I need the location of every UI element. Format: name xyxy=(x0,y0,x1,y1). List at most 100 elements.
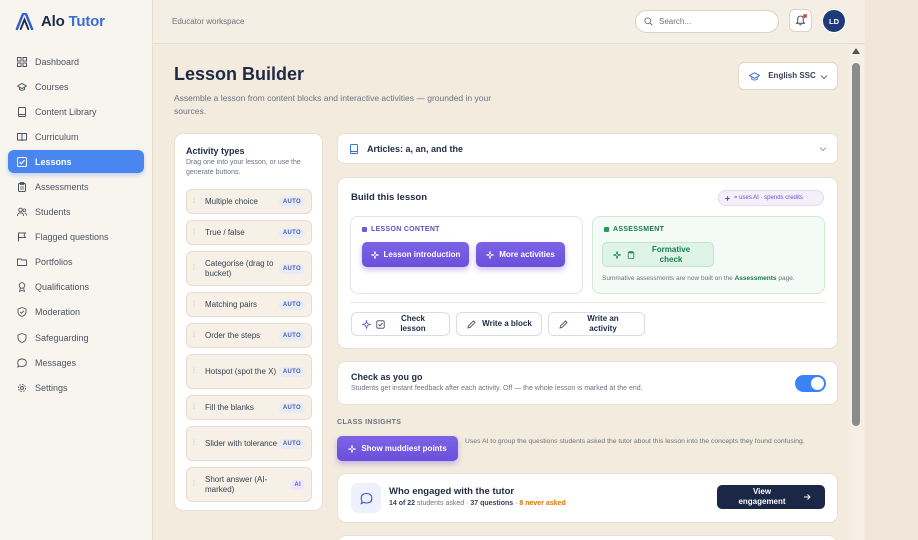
assessments-link[interactable]: Assessments xyxy=(735,275,777,282)
write-block-button[interactable]: Write a block xyxy=(456,312,542,336)
sidebar-item-dashboard[interactable]: Dashboard xyxy=(8,50,144,73)
notification-dot xyxy=(803,14,807,18)
lesson-content-heading: LESSON CONTENT xyxy=(362,226,440,233)
auto-badge: AUTO xyxy=(278,196,305,207)
workspace-label: Educator workspace xyxy=(172,17,245,26)
sidebar-item-students[interactable]: Students xyxy=(8,201,144,224)
sidebar-item-label: Content Library xyxy=(35,106,97,117)
drag-handle-icon[interactable]: ⁞ xyxy=(193,301,201,308)
drag-handle-icon[interactable]: ⁞ xyxy=(193,198,201,205)
sparkle-icon xyxy=(486,250,495,259)
engagement-card: Who engaged with the tutor 14 of 22 stud… xyxy=(337,473,838,523)
sidebar-item-label: Qualifications xyxy=(35,282,90,293)
auto-badge: AUTO xyxy=(278,299,305,310)
scroll-thumb[interactable] xyxy=(852,63,860,426)
sidebar-item-courses[interactable]: Courses xyxy=(8,75,144,98)
chat-icon xyxy=(351,483,381,513)
activity-type-short-answer[interactable]: ⁞ Short answer (AI-marked) AI xyxy=(186,467,312,502)
logo[interactable]: Alo Tutor xyxy=(15,13,105,30)
chat-icon xyxy=(17,358,27,368)
view-engagement-button[interactable]: View engagement xyxy=(717,485,825,509)
activity-type-fill-blanks[interactable]: ⁞ Fill the blanks AUTO xyxy=(186,395,312,420)
language-select[interactable]: English SSC xyxy=(738,62,838,90)
square-icon xyxy=(362,227,367,232)
sidebar-item-curriculum[interactable]: Curriculum xyxy=(8,125,144,148)
award-icon xyxy=(17,282,27,293)
open-book-icon xyxy=(17,132,27,142)
article-title: Articles: a, an, and the xyxy=(367,143,464,154)
class-insights-label: CLASS INSIGHTS xyxy=(337,419,402,426)
main-content: Lesson Builder Assemble a lesson from co… xyxy=(153,45,849,540)
sidebar-item-label: Settings xyxy=(35,382,68,393)
sidebar-item-label: Portfolios xyxy=(35,257,73,268)
search-icon xyxy=(644,17,653,26)
divider xyxy=(350,302,825,303)
scroll-up-arrow-icon[interactable] xyxy=(852,48,860,54)
users-icon xyxy=(17,207,27,217)
sidebar-item-lessons[interactable]: Lessons xyxy=(8,150,144,174)
drag-handle-icon[interactable]: ⁞ xyxy=(193,229,201,236)
search-box[interactable] xyxy=(635,10,779,33)
auto-badge: AUTO xyxy=(278,227,305,238)
main-scrollbar[interactable] xyxy=(849,45,864,540)
build-title: Build this lesson xyxy=(351,192,428,203)
sidebar-item-label: Curriculum xyxy=(35,131,79,142)
page-subtitle: Assemble a lesson from content blocks an… xyxy=(174,93,492,116)
activity-type-label: Hotspot (spot the X) xyxy=(205,366,277,376)
toggle-knob xyxy=(811,377,824,390)
more-activities-button[interactable]: More activities xyxy=(476,242,565,267)
notifications-button[interactable] xyxy=(789,9,812,32)
drag-handle-icon[interactable]: ⁞ xyxy=(193,332,201,339)
sidebar-item-portfolios[interactable]: Portfolios xyxy=(8,251,144,274)
sidebar-item-label: Moderation xyxy=(35,307,81,318)
activity-type-multiple-choice[interactable]: ⁞ Multiple choice AUTO xyxy=(186,189,312,214)
drag-handle-icon[interactable]: ⁞ xyxy=(193,265,201,272)
ai-legend-text: = uses AI · spends credits xyxy=(734,195,803,201)
show-muddiest-points-button[interactable]: Show muddiest points xyxy=(337,436,458,461)
check-title: Check as you go xyxy=(351,372,423,382)
lesson-content-box: LESSON CONTENT Lesson introduction More … xyxy=(350,216,583,294)
auto-badge: AUTO xyxy=(278,366,305,377)
background-strip xyxy=(865,0,918,540)
avatar[interactable]: LD xyxy=(822,9,846,33)
sidebar-item-label: Courses xyxy=(35,81,69,92)
page-title: Lesson Builder xyxy=(174,64,305,84)
sidebar-nav: Dashboard Courses Content Library Curric… xyxy=(8,50,144,401)
shield-icon xyxy=(17,332,27,343)
sidebar-item-label: Flagged questions xyxy=(35,232,109,243)
sidebar-item-content-library[interactable]: Content Library xyxy=(8,100,144,123)
activity-type-matching-pairs[interactable]: ⁞ Matching pairs AUTO xyxy=(186,292,312,317)
activity-type-order-steps[interactable]: ⁞ Order the steps AUTO xyxy=(186,323,312,348)
sidebar-item-label: Lessons xyxy=(35,156,72,167)
drag-handle-icon[interactable]: ⁞ xyxy=(193,440,201,447)
sidebar-item-flagged-questions[interactable]: Flagged questions xyxy=(8,226,144,249)
sidebar-item-moderation[interactable]: Moderation xyxy=(8,301,144,324)
search-input[interactable] xyxy=(659,17,769,26)
activity-type-true-false[interactable]: ⁞ True / false AUTO xyxy=(186,220,312,245)
next-card xyxy=(337,535,838,540)
flag-icon xyxy=(17,232,27,242)
article-select[interactable]: Articles: a, an, and the xyxy=(337,133,838,164)
sidebar-item-label: Dashboard xyxy=(35,56,80,67)
drag-handle-icon[interactable]: ⁞ xyxy=(193,368,201,375)
drag-handle-icon[interactable]: ⁞ xyxy=(193,481,201,488)
sidebar-item-assessments[interactable]: Assessments xyxy=(8,175,144,198)
sidebar-item-settings[interactable]: Settings xyxy=(8,376,144,399)
check-lesson-button[interactable]: Check lesson xyxy=(351,312,450,336)
formative-check-button[interactable]: Formative check xyxy=(602,242,714,267)
sidebar-item-qualifications[interactable]: Qualifications xyxy=(8,276,144,299)
lesson-introduction-button[interactable]: Lesson introduction xyxy=(362,242,469,267)
activity-type-hotspot[interactable]: ⁞ Hotspot (spot the X) AUTO xyxy=(186,354,312,389)
sidebar-item-messages[interactable]: Messages xyxy=(8,351,144,374)
sparkle-icon xyxy=(724,194,731,202)
check-as-you-go-toggle[interactable] xyxy=(795,375,826,392)
write-activity-button[interactable]: Write an activity xyxy=(548,312,645,336)
summative-note: Summative assessments are now built on t… xyxy=(602,275,795,282)
sidebar-item-safeguarding[interactable]: Safeguarding xyxy=(8,326,144,349)
drag-handle-icon[interactable]: ⁞ xyxy=(193,404,201,411)
sidebar-item-label: Safeguarding xyxy=(35,332,89,343)
activity-type-slider[interactable]: ⁞ Slider with tolerance AUTO xyxy=(186,426,312,461)
activity-type-categorise[interactable]: ⁞ Categorise (drag to bucket) AUTO xyxy=(186,251,312,286)
ai-legend: = uses AI · spends credits xyxy=(718,190,824,206)
sparkle-icon xyxy=(362,319,371,329)
